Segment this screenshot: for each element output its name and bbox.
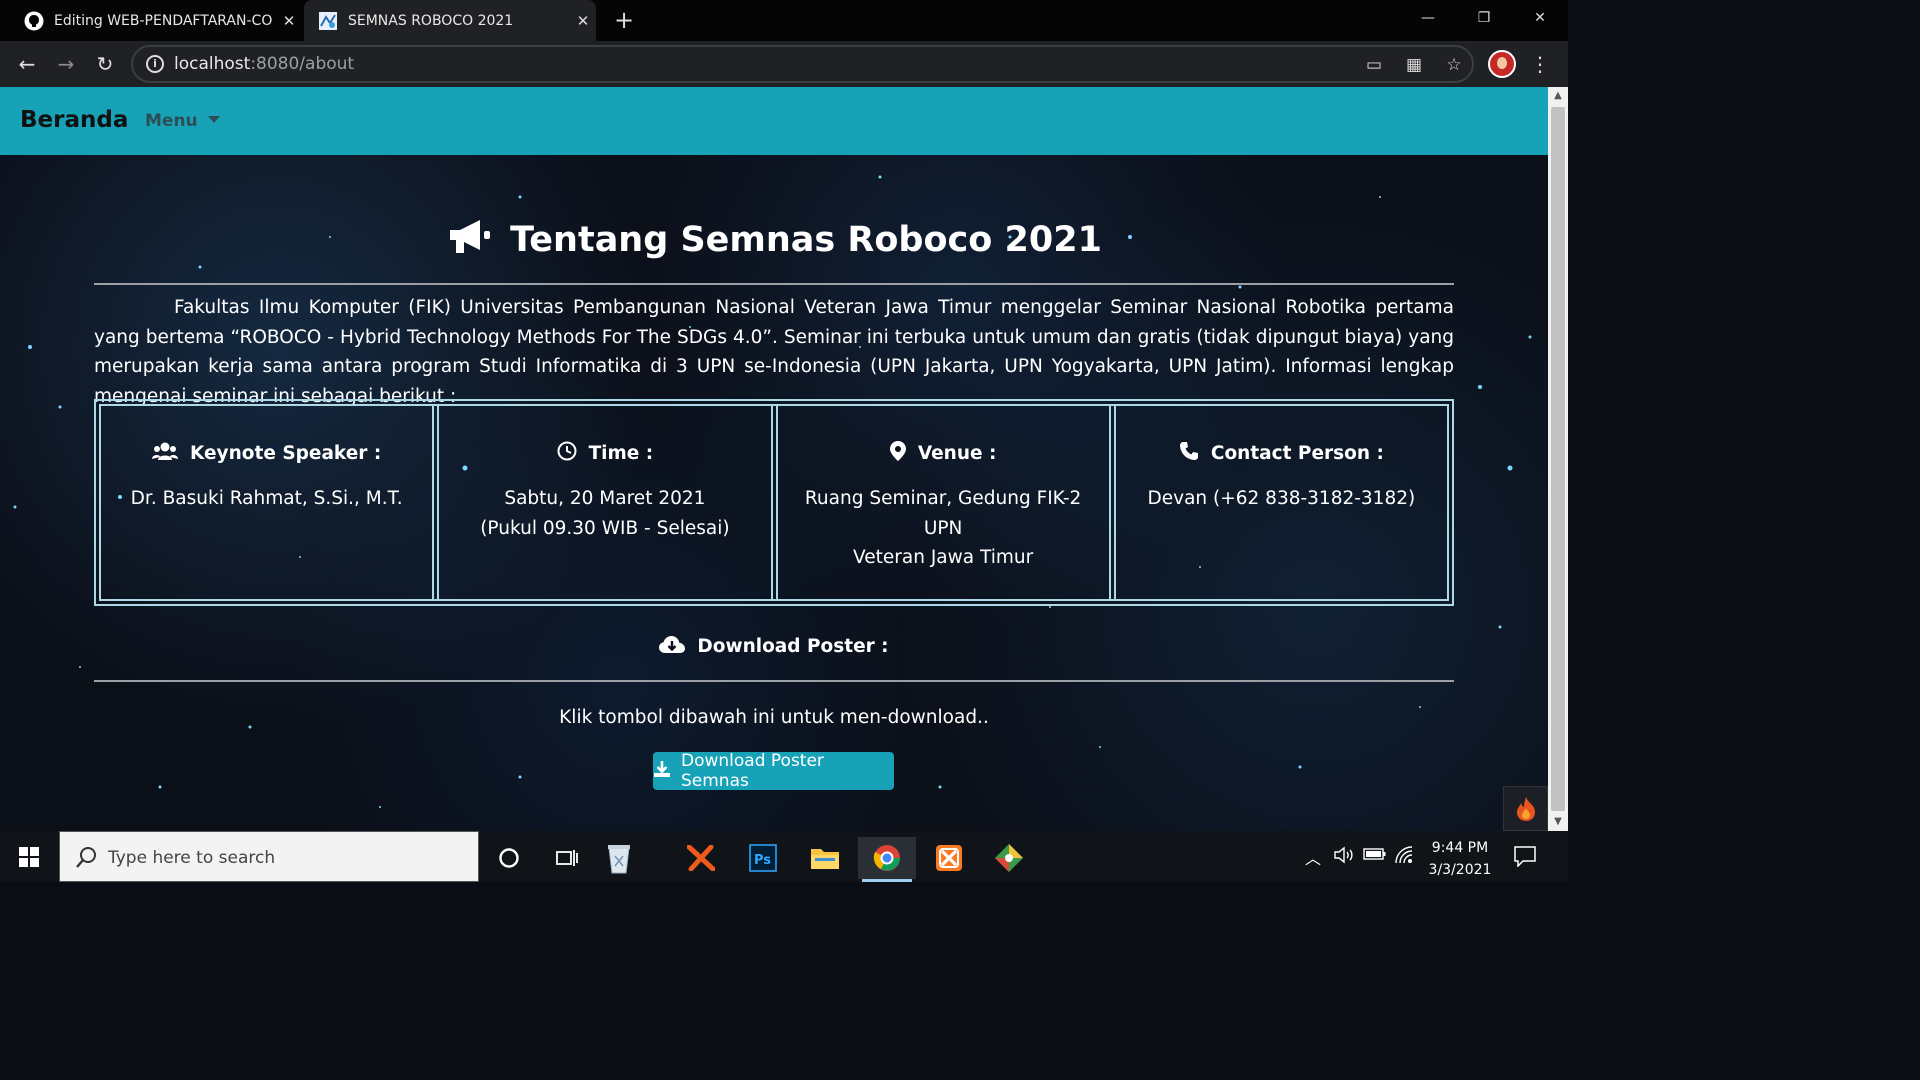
taskbar-search-input[interactable]: Type here to search: [59, 831, 479, 882]
devtools-flame-icon[interactable]: [1503, 786, 1548, 831]
info-label: Contact Person :: [1210, 442, 1384, 464]
address-bar[interactable]: i localhost:8080/about ▭ ▦ ☆: [131, 45, 1474, 83]
site-navbar: Beranda Menu: [0, 87, 1548, 155]
brand-link[interactable]: Beranda: [20, 107, 128, 133]
intro-paragraph: Fakultas Ilmu Komputer (FIK) Universitas…: [94, 297, 1454, 407]
show-hidden-icons-icon[interactable]: ︿: [1305, 845, 1321, 869]
forward-arrow-icon[interactable]: →: [51, 49, 81, 79]
github-icon: [24, 11, 44, 31]
cast-icon[interactable]: ▭: [1363, 54, 1385, 76]
info-value: Dr. Basuki Rahmat, S.Si., M.T.: [130, 488, 403, 509]
download-heading: Download Poster :: [94, 635, 1454, 660]
menu-dropdown[interactable]: Menu: [145, 111, 220, 131]
taskbar-clock[interactable]: 9:44 PM 3/3/2021: [1418, 837, 1502, 881]
photoshop-icon[interactable]: Ps: [734, 837, 792, 879]
xampp-control-icon[interactable]: [920, 837, 978, 879]
info-value: (Pukul 09.30 WIB - Selesai): [480, 517, 730, 539]
divider: [94, 680, 1454, 682]
clock-icon: [557, 441, 577, 466]
info-value: Devan (+62 838-3182-3182): [1147, 488, 1416, 509]
cloud-download-icon: [659, 635, 686, 660]
clock-date: 3/3/2021: [1428, 862, 1492, 878]
clock-time: 9:44 PM: [1431, 840, 1489, 856]
qr-code-icon[interactable]: ▦: [1403, 54, 1425, 76]
info-time: Time : Sabtu, 20 Maret 2021 (Pukul 09.30…: [439, 406, 778, 599]
phone-icon: [1179, 441, 1199, 466]
info-contact-person: Contact Person : Devan (+62 838-3182-318…: [1116, 406, 1447, 599]
map-marker-icon: [889, 440, 906, 466]
windows-taskbar: Type here to search Ps ︿ 9:44 PM 3/3/202…: [0, 831, 1568, 882]
chrome-icon[interactable]: [858, 837, 916, 882]
tab-title: Editing WEB-PENDAFTARAN-CO: [54, 12, 273, 29]
divider: [94, 283, 1454, 285]
page-viewport: Beranda Menu Tentang Semnas Roboco 2021 …: [0, 87, 1548, 831]
search-icon: [76, 846, 98, 872]
profile-avatar[interactable]: [1488, 50, 1516, 78]
scroll-down-icon[interactable]: ▼: [1548, 813, 1568, 831]
tab-strip: Editing WEB-PENDAFTARAN-CO ✕ SEMNAS ROBO…: [0, 0, 1568, 41]
svg-text:Ps: Ps: [754, 853, 771, 868]
task-view-icon[interactable]: [538, 837, 596, 879]
download-icon: [653, 760, 671, 783]
recycle-bin-icon[interactable]: [590, 837, 648, 879]
info-label: Venue :: [917, 442, 997, 464]
scrollbar-thumb[interactable]: [1551, 107, 1565, 811]
tab-github-editing[interactable]: Editing WEB-PENDAFTARAN-CO ✕: [10, 0, 302, 41]
info-value: Sabtu, 20 Maret 2021: [504, 488, 706, 509]
site-favicon: [318, 11, 338, 31]
users-icon: [152, 442, 178, 465]
page-title: Tentang Semnas Roboco 2021: [94, 217, 1454, 266]
browser-toolbar: ← → ↻ i localhost:8080/about ▭ ▦ ☆ ⋮: [0, 41, 1568, 87]
info-value: Ruang Seminar, Gedung FIK-2 UPN: [804, 488, 1082, 539]
info-value: Veteran Jawa Timur: [853, 547, 1034, 568]
new-tab-button[interactable]: +: [610, 6, 638, 34]
scroll-up-icon[interactable]: ▲: [1548, 87, 1568, 105]
bookmark-star-icon[interactable]: ☆: [1443, 54, 1465, 76]
page-scrollbar[interactable]: ▲ ▼: [1548, 87, 1568, 831]
reload-icon[interactable]: ↻: [90, 49, 120, 79]
minimize-icon[interactable]: —: [1400, 0, 1456, 38]
volume-icon[interactable]: [1333, 845, 1355, 869]
windows-start-icon[interactable]: [0, 831, 58, 882]
battery-icon[interactable]: [1363, 845, 1387, 867]
close-window-icon[interactable]: ✕: [1512, 0, 1568, 38]
download-poster-button[interactable]: Download Poster Semnas: [653, 751, 894, 791]
site-info-icon[interactable]: i: [146, 55, 164, 73]
notifications-icon[interactable]: [1513, 845, 1539, 869]
close-tab-icon[interactable]: ✕: [570, 12, 596, 30]
address-url: localhost:8080/about: [174, 54, 355, 74]
file-explorer-icon[interactable]: [796, 837, 854, 879]
back-arrow-icon[interactable]: ←: [12, 49, 42, 79]
tab-semnas-roboco[interactable]: SEMNAS ROBOCO 2021 ✕: [304, 0, 596, 41]
more-menu-icon[interactable]: ⋮: [1530, 49, 1550, 79]
info-grid: Keynote Speaker : Dr. Basuki Rahmat, S.S…: [94, 399, 1454, 606]
caret-down-icon: [207, 116, 220, 123]
xampp-x-icon[interactable]: [672, 837, 730, 879]
git-kraken-icon[interactable]: [980, 837, 1038, 879]
cortana-icon[interactable]: [480, 837, 538, 879]
info-keynote-speaker: Keynote Speaker : Dr. Basuki Rahmat, S.S…: [101, 406, 440, 599]
info-label: Time :: [588, 442, 654, 464]
info-label: Keynote Speaker :: [190, 442, 382, 464]
close-tab-icon[interactable]: ✕: [276, 12, 302, 30]
megaphone-icon: [446, 217, 492, 266]
tab-title: SEMNAS ROBOCO 2021: [348, 12, 514, 29]
info-venue: Venue : Ruang Seminar, Gedung FIK-2 UPN …: [778, 406, 1116, 599]
wifi-icon[interactable]: [1394, 845, 1416, 869]
download-instruction: Klik tombol dibawah ini untuk men-downlo…: [559, 707, 989, 728]
restore-icon[interactable]: ❐: [1456, 0, 1512, 38]
